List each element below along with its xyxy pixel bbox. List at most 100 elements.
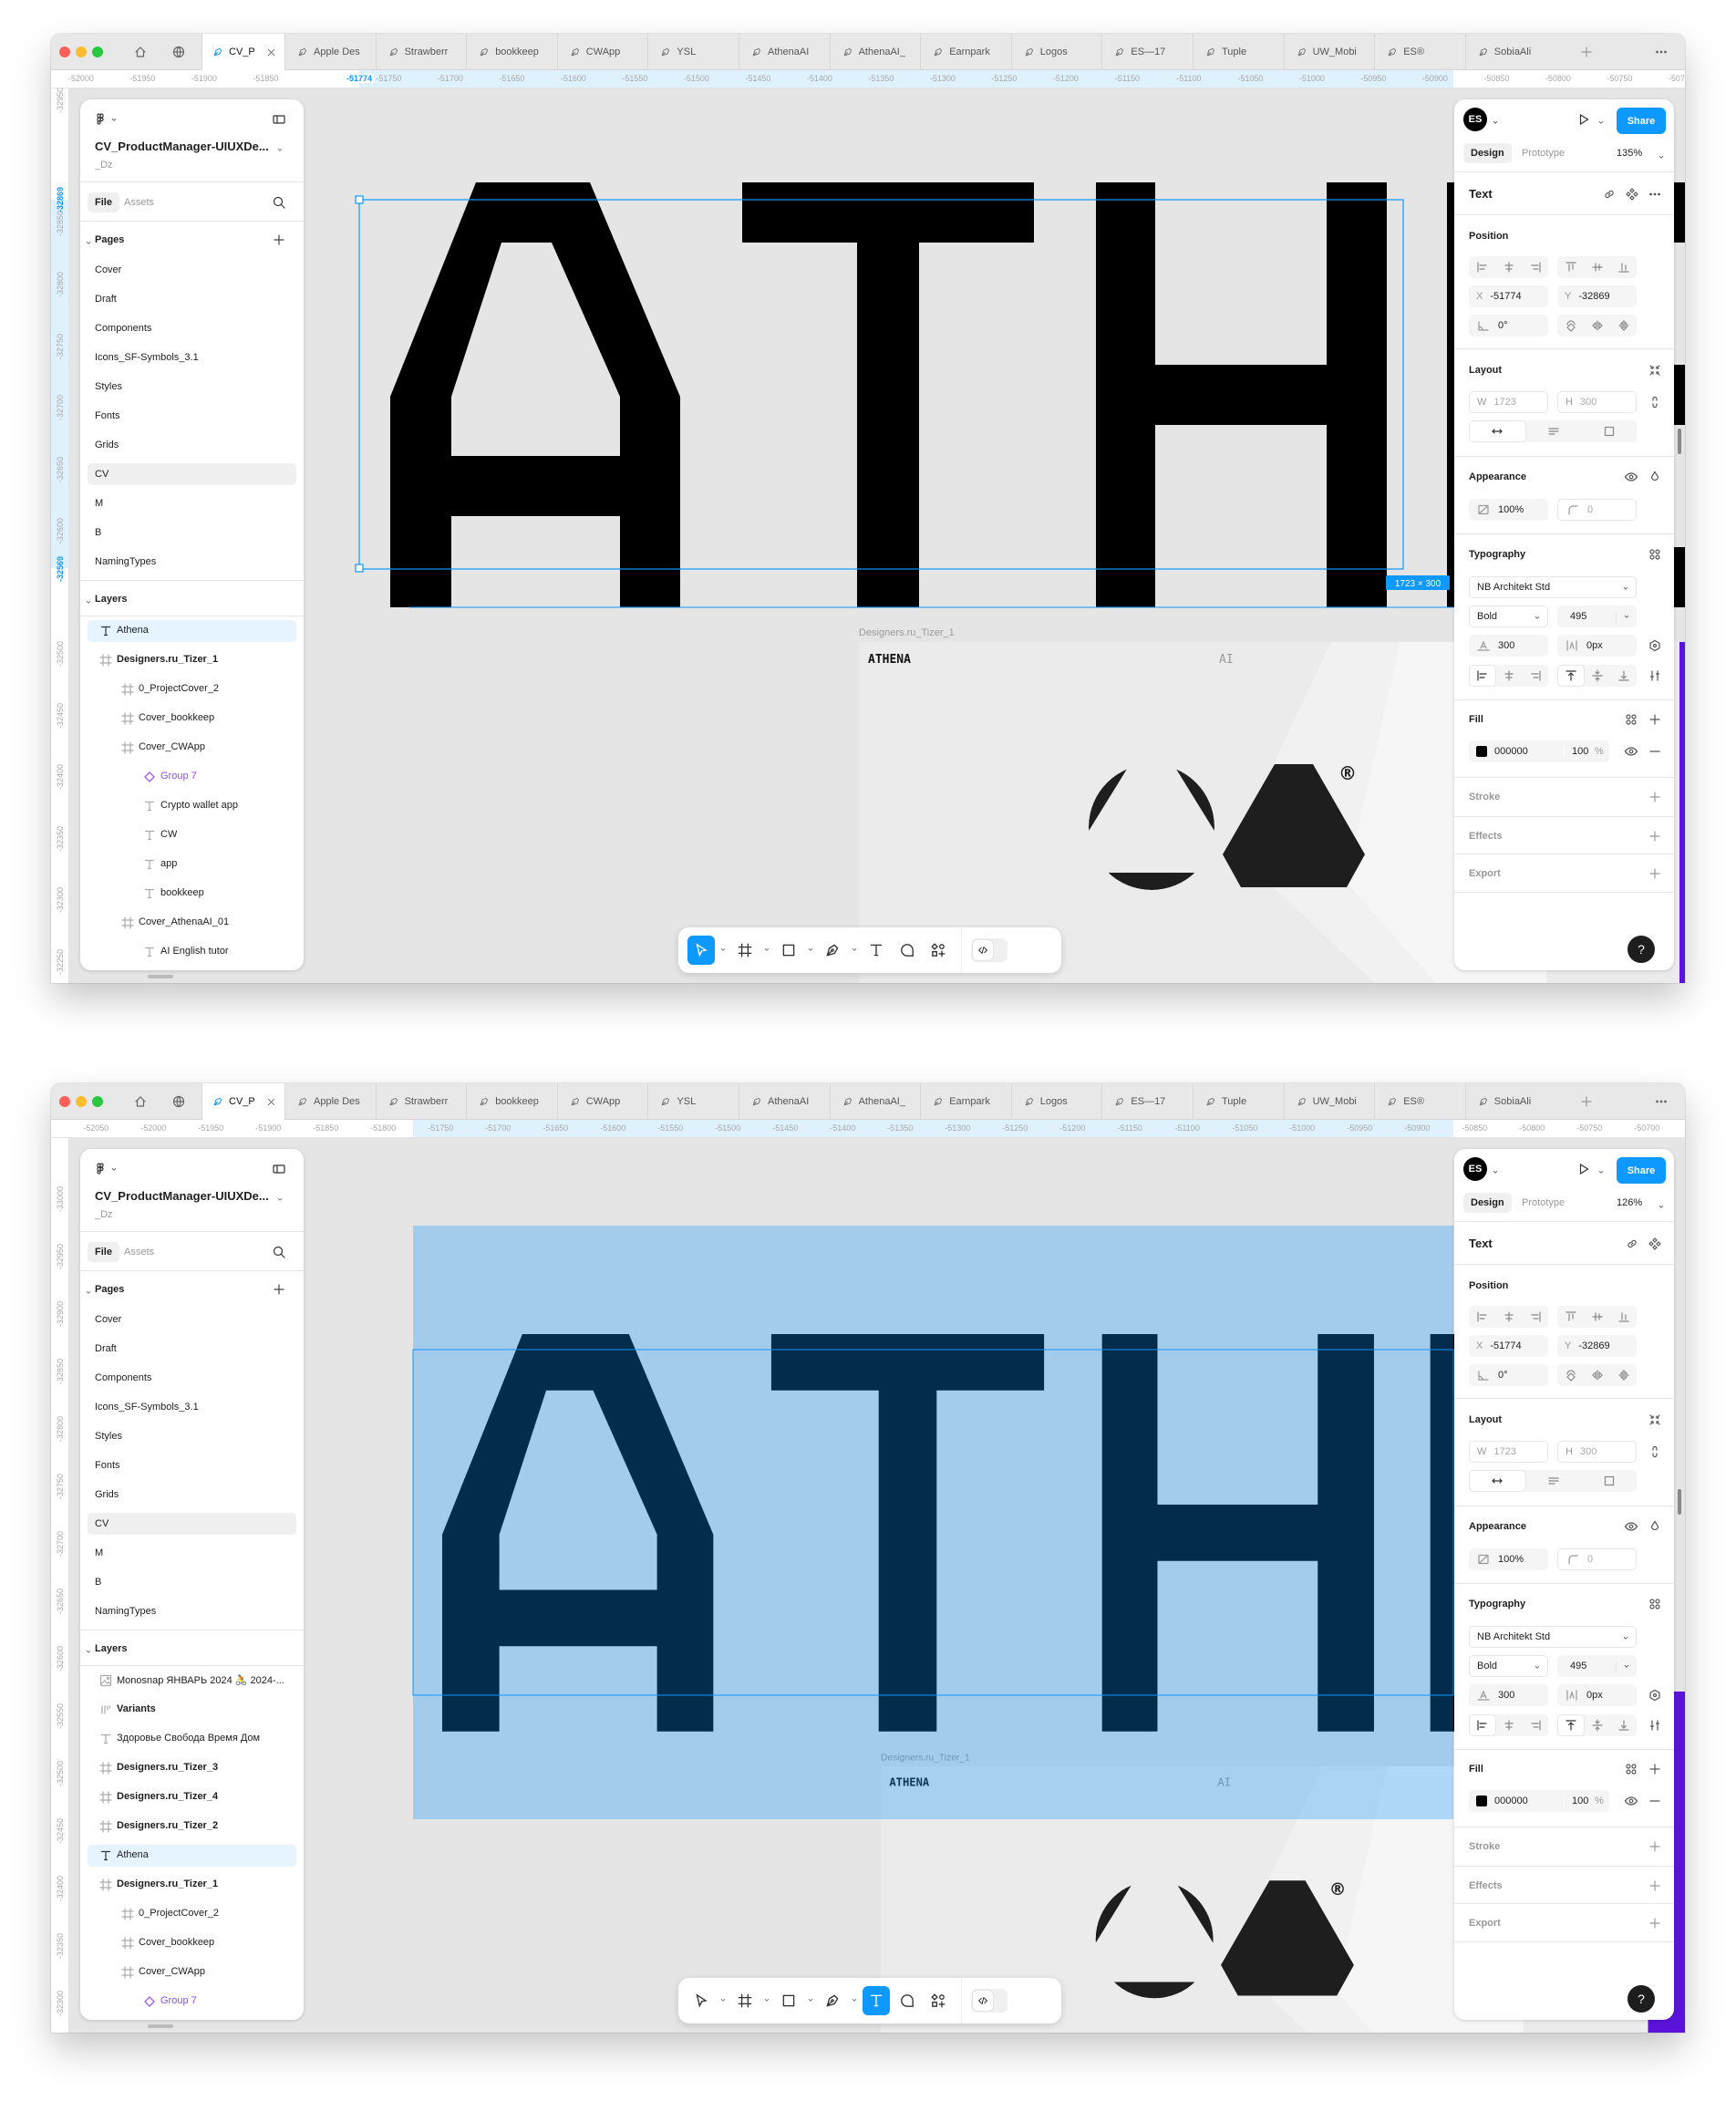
file-tab[interactable]: Apple Des	[284, 34, 376, 70]
letter-spacing-field[interactable]: 0px	[1557, 1684, 1637, 1706]
y-position-field[interactable]: Y -32869	[1557, 1335, 1637, 1357]
layer-item[interactable]: AI English tutor	[88, 941, 296, 963]
remove-fill-minus-icon[interactable]	[1648, 1794, 1662, 1808]
file-tab[interactable]: ES®	[1374, 1083, 1465, 1120]
text-align-left-icon[interactable]	[1469, 1714, 1497, 1736]
file-name[interactable]: CV_ProductManager-UIUXDe...	[95, 1189, 269, 1203]
auto-height-icon[interactable]	[1526, 1470, 1582, 1492]
page-item[interactable]: Fonts	[88, 405, 296, 427]
layer-item[interactable]: Designers.ru_Tizer_1	[88, 1874, 296, 1896]
tab-assets[interactable]: Assets	[124, 1247, 154, 1257]
add-export-plus-icon[interactable]	[1648, 866, 1662, 881]
tool-chevron-icon[interactable]	[718, 1995, 728, 2006]
new-tab-plus-icon[interactable]	[1579, 1094, 1594, 1109]
align-horizontal-center-icon[interactable]	[1495, 1306, 1522, 1328]
rotate-icon[interactable]	[1557, 1364, 1584, 1386]
y-position-field[interactable]: Y -32869	[1557, 285, 1637, 307]
auto-width-icon[interactable]	[1469, 1470, 1526, 1492]
present-play-icon[interactable]	[1576, 1162, 1591, 1181]
x-position-field[interactable]: X -51774	[1469, 1335, 1548, 1357]
layer-item[interactable]: Designers.ru_Tizer_1	[88, 649, 296, 671]
component-icon[interactable]	[1648, 1237, 1662, 1251]
tab-prototype[interactable]: Prototype	[1522, 148, 1565, 159]
home-icon[interactable]	[133, 45, 148, 59]
page-item[interactable]: CV	[88, 1513, 296, 1535]
search-icon[interactable]	[272, 1245, 286, 1264]
rotate-icon[interactable]	[1557, 315, 1584, 336]
layer-item[interactable]: Designers.ru_Tizer_4	[88, 1786, 296, 1808]
flip-horizontal-icon[interactable]	[1584, 1364, 1610, 1386]
new-tab-plus-icon[interactable]	[1579, 45, 1594, 59]
align-left-icon[interactable]	[1469, 1306, 1495, 1328]
panel-resize-handle[interactable]	[148, 975, 173, 978]
avatar-chevron-icon[interactable]	[1491, 115, 1500, 131]
page-item[interactable]: Styles	[88, 376, 296, 398]
align-text-bottom-icon[interactable]	[1611, 665, 1637, 687]
text-tool[interactable]	[863, 1986, 890, 2015]
fill-visibility-eye-icon[interactable]	[1624, 1794, 1638, 1808]
flip-horizontal-icon[interactable]	[1584, 315, 1610, 336]
page-item[interactable]: Icons_SF-Symbols_3.1	[88, 347, 296, 368]
text-align-center-icon[interactable]	[1496, 665, 1522, 687]
page-item[interactable]: M	[88, 492, 296, 514]
text-settings-icon[interactable]	[1648, 638, 1662, 653]
file-tab[interactable]: ES®	[1374, 34, 1465, 70]
actions-tool[interactable]	[925, 936, 952, 965]
page-item[interactable]: NamingTypes	[88, 1600, 296, 1622]
file-tab[interactable]: ES—17	[1101, 34, 1193, 70]
file-tab[interactable]: bookkeep	[466, 1083, 557, 1120]
auto-height-icon[interactable]	[1526, 420, 1582, 442]
layer-item[interactable]: Group 7	[88, 1991, 296, 2013]
opacity-field[interactable]: 100%	[1469, 1548, 1548, 1570]
tool-chevron-icon[interactable]	[850, 1995, 859, 2006]
close-tab-icon[interactable]	[265, 1096, 277, 1108]
page-item[interactable]: Styles	[88, 1425, 296, 1447]
collapse-layers-chevron-icon[interactable]	[84, 595, 93, 611]
page-item[interactable]: Draft	[88, 288, 296, 310]
text-align-right-icon[interactable]	[1523, 1714, 1548, 1736]
page-item[interactable]: Cover	[88, 259, 296, 281]
help-button[interactable]: ?	[1628, 1985, 1655, 2013]
page-item[interactable]: Icons_SF-Symbols_3.1	[88, 1396, 296, 1418]
layer-item[interactable]: Athena	[88, 1845, 296, 1867]
collapse-layout-icon[interactable]	[1648, 1413, 1662, 1427]
constrain-proportions-icon[interactable]	[1648, 1444, 1662, 1459]
text-align-left-icon[interactable]	[1469, 665, 1497, 687]
tab-prototype[interactable]: Prototype	[1522, 1197, 1565, 1208]
align-top-icon[interactable]	[1557, 1306, 1584, 1328]
file-tab[interactable]: CWApp	[556, 34, 648, 70]
comment-tool[interactable]	[894, 936, 921, 965]
align-vertical-center-icon[interactable]	[1584, 256, 1610, 278]
pen-tool[interactable]	[819, 1986, 846, 2015]
pen-tool[interactable]	[819, 936, 846, 965]
add-stroke-plus-icon[interactable]	[1648, 1839, 1662, 1854]
align-right-icon[interactable]	[1522, 256, 1548, 278]
page-item[interactable]: Grids	[88, 434, 296, 456]
rectangle-tool[interactable]	[775, 1986, 802, 2015]
corner-radius-field[interactable]: 0	[1557, 499, 1637, 521]
letter-spacing-field[interactable]: 0px	[1557, 635, 1637, 657]
present-play-icon[interactable]	[1576, 112, 1591, 131]
figma-menu-icon[interactable]	[93, 1162, 119, 1176]
page-item[interactable]: B	[88, 1571, 296, 1593]
fixed-size-icon[interactable]	[1581, 1470, 1637, 1492]
add-fill-plus-icon[interactable]	[1648, 1762, 1662, 1776]
canvas-scrollbar[interactable]	[1678, 1489, 1681, 1515]
minimize-window-button[interactable]	[76, 1096, 87, 1107]
layer-item[interactable]: Athena	[88, 620, 296, 642]
file-tab[interactable]: Earnpark	[920, 34, 1011, 70]
file-tab[interactable]: CV_P	[202, 1083, 284, 1120]
file-tab[interactable]: UW_Mobi	[1283, 34, 1375, 70]
collapse-pages-chevron-icon[interactable]	[84, 235, 93, 252]
file-tab[interactable]: AthenaAI	[739, 1083, 830, 1120]
share-button[interactable]: Share	[1617, 108, 1666, 134]
line-height-field[interactable]: 300	[1469, 1684, 1548, 1706]
page-item[interactable]: B	[88, 522, 296, 543]
globe-icon[interactable]	[171, 1094, 186, 1109]
dev-mode-toggle[interactable]	[971, 1989, 1008, 2013]
layer-item[interactable]: Cover_bookkeep	[88, 708, 296, 730]
close-tab-icon[interactable]	[265, 47, 277, 58]
text-styles-icon[interactable]	[1648, 547, 1662, 562]
tool-chevron-icon[interactable]	[762, 945, 771, 956]
fill-color-field[interactable]: 000000 100%	[1469, 1790, 1609, 1812]
